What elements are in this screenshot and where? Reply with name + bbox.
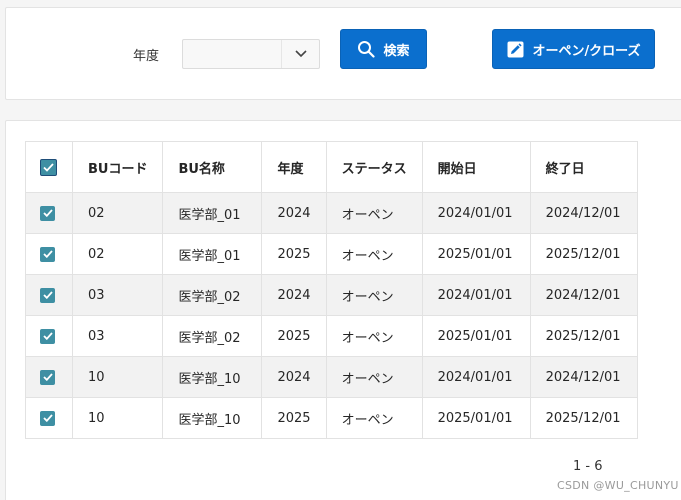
bu-table: BUコード BU名称 年度 ステータス 開始日 終了日 02 医学部_01 2024…	[25, 141, 638, 439]
open-close-button[interactable]: オーペン/クローズ	[492, 29, 655, 69]
bu-code-cell: 02	[71, 192, 164, 234]
row-select-cell	[25, 233, 73, 275]
col-header-start-date[interactable]: 開始日	[421, 141, 531, 193]
row-checkbox[interactable]	[40, 205, 55, 221]
chevron-down-icon[interactable]	[281, 40, 319, 68]
start-date-cell: 2025/01/01	[421, 233, 531, 275]
row-checkbox[interactable]	[40, 328, 55, 344]
status-cell: オーペン	[325, 397, 423, 439]
col-header-year[interactable]: 年度	[261, 141, 327, 193]
table-row[interactable]: 10 医学部_10 2025 オーペン 2025/01/01 2025/12/01	[25, 397, 638, 439]
col-header-bu-code[interactable]: BUコード	[71, 141, 164, 193]
table-row[interactable]: 03 医学部_02 2025 オーペン 2025/01/01 2025/12/01	[25, 315, 638, 357]
row-select-cell	[25, 274, 73, 316]
status-cell: オーペン	[325, 192, 423, 234]
start-date-cell: 2024/01/01	[421, 192, 531, 234]
row-select-cell	[25, 192, 73, 234]
bu-code-cell: 02	[71, 233, 164, 275]
table-row[interactable]: 02 医学部_01 2025 オーペン 2025/01/01 2025/12/01	[25, 233, 638, 275]
row-checkbox[interactable]	[40, 369, 55, 385]
year-select[interactable]	[182, 39, 320, 69]
status-cell: オーペン	[325, 274, 423, 316]
select-all-header	[25, 141, 73, 193]
start-date-cell: 2025/01/01	[421, 315, 531, 357]
year-cell: 2025	[261, 397, 327, 439]
bu-code-cell: 10	[71, 356, 164, 398]
row-checkbox[interactable]	[40, 410, 55, 426]
year-cell: 2025	[261, 233, 327, 275]
row-checkbox[interactable]	[40, 287, 55, 303]
pagination-range: 1 - 6	[573, 459, 603, 474]
row-checkbox[interactable]	[40, 246, 55, 262]
year-cell: 2024	[261, 274, 327, 316]
table-header-row: BUコード BU名称 年度 ステータス 開始日 終了日	[25, 141, 638, 193]
table-row[interactable]: 10 医学部_10 2024 オーペン 2024/01/01 2024/12/01	[25, 356, 638, 398]
row-select-cell	[25, 315, 73, 357]
select-all-checkbox[interactable]	[40, 158, 57, 176]
bu-name-cell: 医学部_01	[162, 192, 263, 234]
search-button[interactable]: 検索	[340, 29, 427, 69]
open-close-button-label: オーペン/クローズ	[532, 43, 641, 59]
start-date-cell: 2024/01/01	[421, 356, 531, 398]
year-label: 年度	[133, 49, 160, 64]
start-date-cell: 2025/01/01	[421, 397, 531, 439]
bu-name-cell: 医学部_02	[162, 315, 263, 357]
col-header-end-date[interactable]: 終了日	[529, 141, 638, 193]
end-date-cell: 2025/12/01	[529, 233, 638, 275]
row-select-cell	[25, 397, 73, 439]
bu-name-cell: 医学部_02	[162, 274, 263, 316]
col-header-status[interactable]: ステータス	[325, 141, 423, 193]
end-date-cell: 2025/12/01	[529, 397, 638, 439]
end-date-cell: 2024/12/01	[529, 356, 638, 398]
bu-name-cell: 医学部_10	[162, 397, 263, 439]
table-row[interactable]: 03 医学部_02 2024 オーペン 2024/01/01 2024/12/01	[25, 274, 638, 316]
end-date-cell: 2024/12/01	[529, 274, 638, 316]
table-row[interactable]: 02 医学部_01 2024 オーペン 2024/01/01 2024/12/01	[25, 192, 638, 234]
row-select-cell	[25, 356, 73, 398]
bu-code-cell: 03	[71, 315, 164, 357]
year-cell: 2024	[261, 356, 327, 398]
year-cell: 2025	[261, 315, 327, 357]
end-date-cell: 2024/12/01	[529, 192, 638, 234]
col-header-bu-name[interactable]: BU名称	[162, 141, 263, 193]
status-cell: オーペン	[325, 233, 423, 275]
status-cell: オーペン	[325, 356, 423, 398]
end-date-cell: 2025/12/01	[529, 315, 638, 357]
bu-name-cell: 医学部_10	[162, 356, 263, 398]
bu-code-cell: 03	[71, 274, 164, 316]
year-cell: 2024	[261, 192, 327, 234]
bu-name-cell: 医学部_01	[162, 233, 263, 275]
status-cell: オーペン	[325, 315, 423, 357]
search-button-label: 検索	[383, 43, 410, 59]
search-icon	[357, 40, 376, 58]
start-date-cell: 2024/01/01	[421, 274, 531, 316]
bu-code-cell: 10	[71, 397, 164, 439]
watermark: CSDN @WU_CHUNYU	[557, 479, 679, 492]
edit-icon	[506, 40, 524, 58]
